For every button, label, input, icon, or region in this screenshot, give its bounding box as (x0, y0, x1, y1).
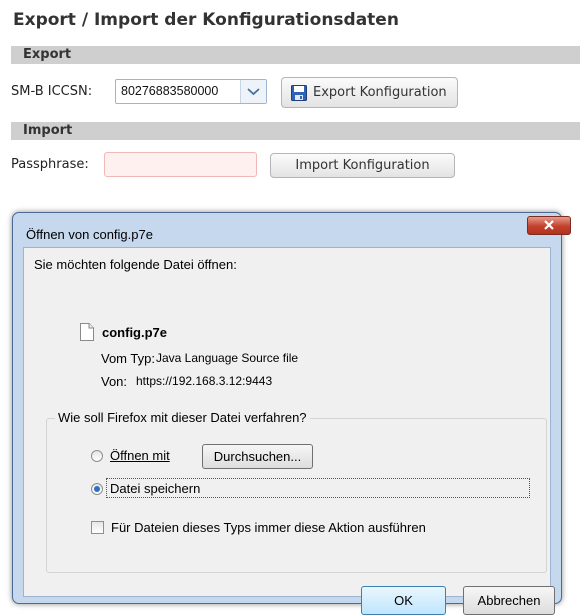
open-with-radio[interactable] (91, 450, 103, 462)
passphrase-input[interactable] (104, 152, 257, 177)
iccsn-value: 80276883580000 (121, 84, 219, 98)
dialog-body: Sie möchten folgende Datei öffnen: confi… (23, 247, 555, 615)
open-with-label[interactable]: Öffnen mit (110, 448, 170, 463)
file-name: config.p7e (102, 325, 168, 340)
export-section-header: Export (11, 46, 580, 64)
download-dialog: Öffnen von config.p7e Sie möchten folgen… (12, 212, 571, 615)
export-configuration-button[interactable]: Export Konfiguration (281, 77, 458, 108)
file-source-label: Von: (101, 374, 128, 389)
save-file-label[interactable]: Datei speichern (110, 481, 200, 496)
close-icon (528, 219, 570, 238)
floppy-disk-icon (291, 85, 307, 101)
dialog-close-button[interactable] (527, 216, 571, 235)
dialog-title: Öffnen von config.p7e (26, 227, 153, 242)
cancel-button[interactable]: Abbrechen (463, 586, 555, 615)
export-button-label: Export Konfiguration (313, 85, 447, 100)
iccsn-label: SM-B ICCSN: (11, 84, 93, 99)
page-title: Export / Import der Konfigurationsdaten (13, 10, 399, 30)
ok-button[interactable]: OK (361, 586, 446, 615)
import-section-header: Import (11, 122, 580, 140)
file-type-label: Vom Typ: (101, 351, 155, 366)
import-configuration-button[interactable]: Import Konfiguration (270, 153, 455, 178)
chevron-down-icon[interactable] (240, 80, 266, 103)
browse-button[interactable]: Durchsuchen... (202, 444, 313, 469)
always-do-this-label[interactable]: Für Dateien dieses Typs immer diese Akti… (111, 520, 426, 535)
action-group-legend: Wie soll Firefox mit dieser Datei verfah… (55, 410, 310, 425)
iccsn-select[interactable]: 80276883580000 (115, 79, 267, 104)
file-icon (80, 323, 94, 341)
file-type-value: Java Language Source file (156, 351, 299, 365)
dialog-intro-text: Sie möchten folgende Datei öffnen: (34, 257, 237, 272)
always-do-this-checkbox[interactable] (91, 521, 104, 534)
save-file-radio[interactable] (91, 483, 103, 495)
passphrase-label: Passphrase: (11, 157, 89, 172)
file-source-value: https://192.168.3.12:9443 (136, 374, 273, 388)
